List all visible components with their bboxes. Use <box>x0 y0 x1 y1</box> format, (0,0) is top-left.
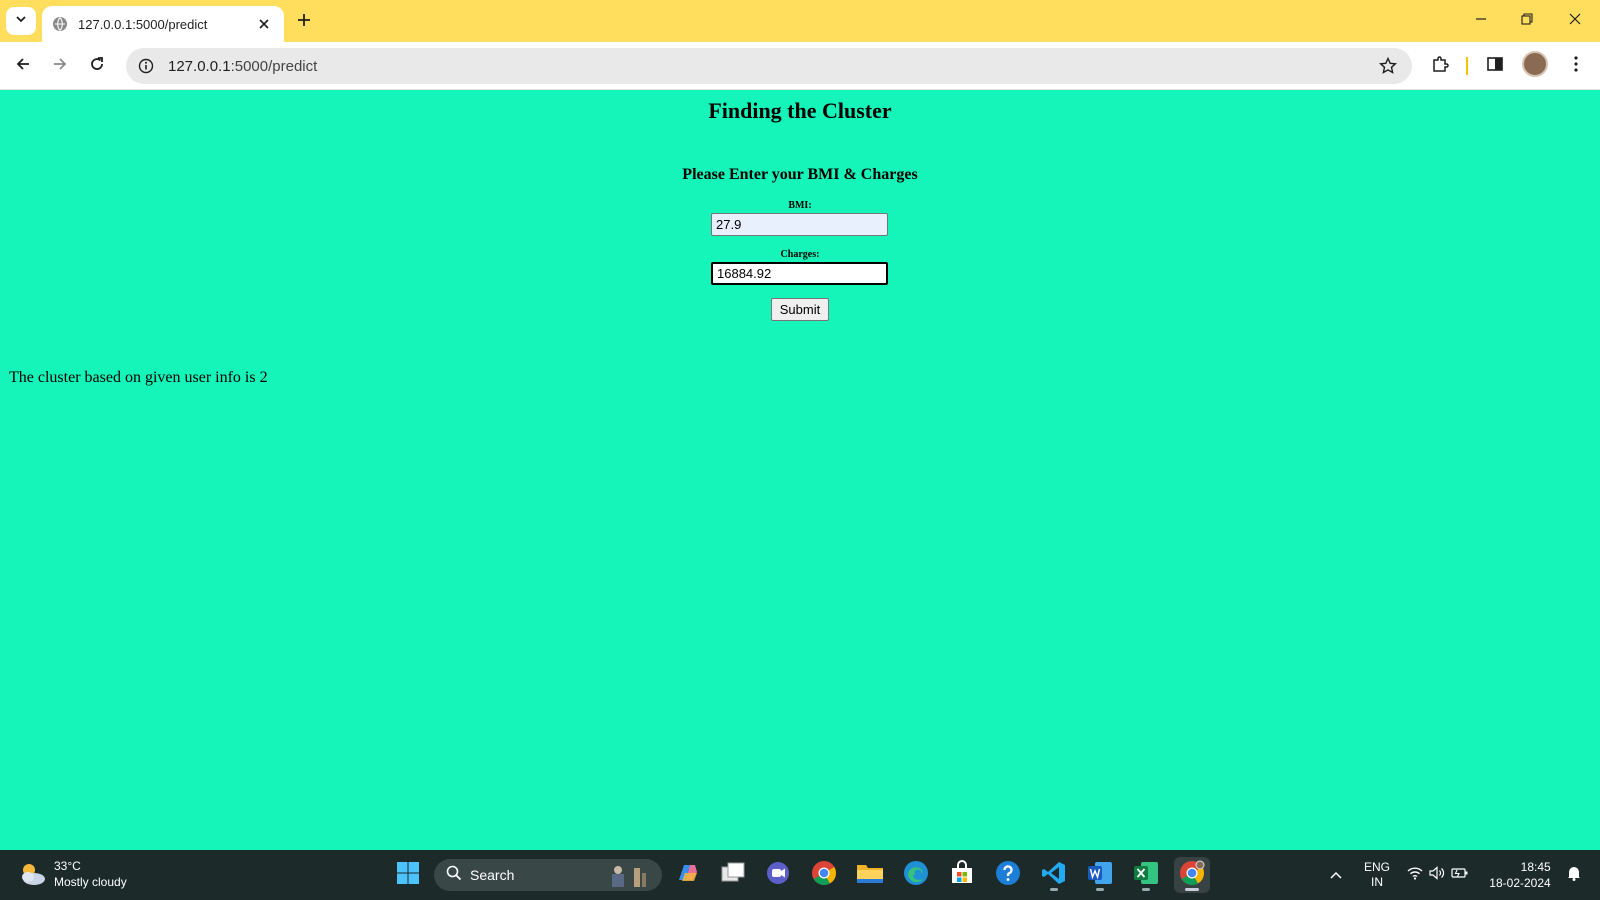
language-code: ENG <box>1363 860 1390 874</box>
running-indicator <box>1185 888 1199 891</box>
forward-button[interactable] <box>44 50 76 82</box>
restore-icon <box>1521 12 1533 30</box>
chrome-active-button[interactable] <box>1174 857 1210 893</box>
word-icon <box>1087 860 1113 891</box>
vscode-icon <box>1041 860 1067 891</box>
notifications-button[interactable] <box>1562 850 1586 900</box>
windows-start-icon <box>396 861 420 890</box>
favicon-icon <box>52 16 68 32</box>
weather-widget[interactable]: 33°C Mostly cloudy <box>16 858 127 890</box>
taskbar: 33°C Mostly cloudy Search ENG IN 18:45 1… <box>0 850 1600 900</box>
weather-temperature: 33°C <box>54 859 81 873</box>
address-bar[interactable]: 127.0.0.1:5000/predict <box>126 48 1412 84</box>
url-text[interactable]: 127.0.0.1:5000/predict <box>168 58 317 75</box>
tab-title: 127.0.0.1:5000/predict <box>78 16 208 32</box>
chrome-icon <box>811 860 837 891</box>
info-icon[interactable] <box>136 56 156 76</box>
file-explorer-button[interactable] <box>852 857 888 893</box>
running-indicator <box>1142 888 1150 891</box>
chrome-taskbar-button[interactable] <box>806 857 842 893</box>
show-hidden-icons-button[interactable] <box>1324 850 1348 900</box>
get-help-button[interactable] <box>990 857 1026 893</box>
tab-search-icon <box>15 12 27 30</box>
chrome-icon <box>1179 860 1205 891</box>
clock[interactable]: 18:45 18-02-2024 <box>1484 850 1556 900</box>
side-panel-icon <box>1486 55 1504 78</box>
charges-label: Charges: <box>780 249 820 260</box>
profile-avatar[interactable] <box>1522 51 1548 77</box>
close-window-button[interactable] <box>1552 0 1598 42</box>
forward-arrow-icon <box>52 56 68 77</box>
teams-button[interactable] <box>760 857 796 893</box>
task-view-button[interactable] <box>715 857 751 893</box>
charges-input[interactable] <box>711 262 888 285</box>
battery-icon <box>1451 866 1469 885</box>
bmi-label: BMI: <box>788 200 812 211</box>
active-tab[interactable]: 127.0.0.1:5000/predict <box>42 6 284 42</box>
url-host: 127.0.0.1 <box>168 57 231 75</box>
reload-button[interactable] <box>81 50 113 82</box>
wifi-icon <box>1407 866 1423 885</box>
tab-strip: 127.0.0.1:5000/predict <box>0 0 1600 42</box>
start-button[interactable] <box>390 857 426 893</box>
clock-time: 18:45 <box>1520 860 1551 874</box>
url-path: :5000/predict <box>230 57 318 75</box>
extensions-icon <box>1431 55 1449 78</box>
help-icon <box>995 860 1021 891</box>
system-tray-status[interactable] <box>1404 850 1472 900</box>
vscode-button[interactable] <box>1036 857 1072 893</box>
copilot-icon <box>675 860 701 891</box>
running-indicator <box>1050 888 1058 891</box>
back-arrow-icon <box>15 56 31 77</box>
file-explorer-icon <box>856 861 884 890</box>
search-highlight-icon <box>604 863 652 892</box>
task-view-icon <box>720 861 746 890</box>
chevron-up-icon <box>1330 866 1342 884</box>
volume-icon <box>1429 865 1445 885</box>
excel-button[interactable] <box>1128 857 1164 893</box>
toolbar-separator <box>1466 57 1468 75</box>
browser-toolbar: 127.0.0.1:5000/predict <box>0 42 1600 90</box>
back-button[interactable] <box>7 50 39 82</box>
running-indicator <box>1096 888 1104 891</box>
menu-dots-icon <box>1573 55 1579 78</box>
reload-icon <box>89 56 105 77</box>
clock-date: 18-02-2024 <box>1489 876 1551 890</box>
search-icon <box>446 865 462 886</box>
tab-search-button[interactable] <box>6 7 36 35</box>
submit-button[interactable]: Submit <box>771 298 829 321</box>
store-icon <box>949 859 975 891</box>
close-icon[interactable] <box>254 14 274 34</box>
excel-icon <box>1133 860 1159 891</box>
star-icon[interactable] <box>1378 56 1398 76</box>
edge-icon <box>903 860 929 891</box>
page-title: Finding the Cluster <box>708 98 892 123</box>
result-text: The cluster based on given user info is … <box>9 369 268 386</box>
bell-icon <box>1567 865 1581 886</box>
minimize-icon <box>1475 12 1487 30</box>
new-tab-button[interactable] <box>290 8 318 36</box>
extensions-button[interactable] <box>1426 52 1454 80</box>
plus-icon <box>297 13 311 32</box>
weather-icon <box>16 858 48 890</box>
word-button[interactable] <box>1082 857 1118 893</box>
weather-description: Mostly cloudy <box>54 875 127 889</box>
form-instructions: Please Enter your BMI & Charges <box>682 166 918 183</box>
close-window-icon <box>1569 12 1581 30</box>
search-label: Search <box>470 867 515 883</box>
taskbar-search[interactable]: Search <box>434 859 662 891</box>
teams-icon <box>765 860 791 891</box>
edge-button[interactable] <box>898 857 934 893</box>
bmi-input[interactable] <box>711 213 888 236</box>
copilot-button[interactable] <box>670 857 706 893</box>
side-panel-button[interactable] <box>1481 52 1509 80</box>
web-page: Finding the Cluster Please Enter your BM… <box>0 90 1600 850</box>
store-button[interactable] <box>944 857 980 893</box>
menu-button[interactable] <box>1562 52 1590 80</box>
language-indicator[interactable]: ENG IN <box>1360 850 1394 900</box>
minimize-button[interactable] <box>1458 0 1504 42</box>
restore-button[interactable] <box>1504 0 1550 42</box>
region-code: IN <box>1370 875 1383 889</box>
